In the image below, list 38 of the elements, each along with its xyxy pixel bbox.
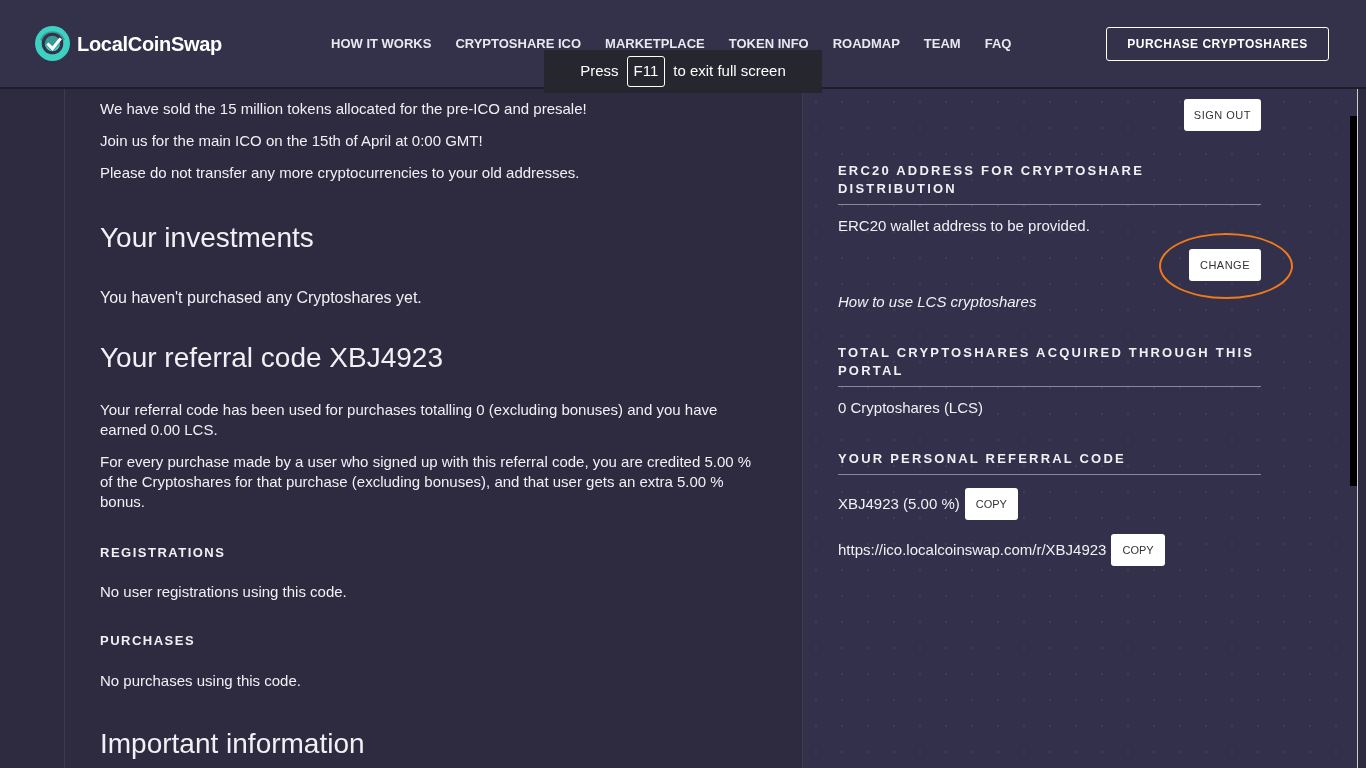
section-heading: Your investments <box>100 221 315 255</box>
logo-text[interactable]: LocalCoinSwap <box>77 28 222 59</box>
section-heading: Important information <box>100 727 366 761</box>
copy-button[interactable]: COPY <box>1111 534 1165 566</box>
sidebar-heading: YOUR PERSONAL REFERRAL CODE <box>838 450 1261 475</box>
body-text: No purchases using this code. <box>100 671 302 691</box>
referral-text: XBJ4923 (5.00 %) <box>838 494 960 514</box>
key-label: F11 <box>626 56 666 87</box>
body-text: 0 Cryptoshares (LCS) <box>838 398 985 418</box>
change-button[interactable]: CHANGE <box>1188 249 1261 281</box>
body-text: ERC20 wallet address to be provided. <box>838 216 1091 236</box>
notice-text: We have sold the 15 million tokens allocated for the pre-ICO and presale! <box>100 99 588 119</box>
toast-text: to exit full screen <box>673 61 786 82</box>
subheading: PURCHASES <box>100 632 197 650</box>
nav-link[interactable]: CRYPTOSHARE ICO <box>455 33 582 54</box>
referral-text: https://ico.localcoinswap.com/r/XBJ4923 <box>838 540 1107 560</box>
body-text: You haven't purchased any Cryptoshares yet. <box>100 288 423 308</box>
notice-text: Please do not transfer any more cryptocurrencies to your old addresses. <box>100 163 581 183</box>
toast-text: Press <box>580 61 619 82</box>
logo-icon[interactable] <box>34 25 71 62</box>
nav-link[interactable]: ROADMAP <box>832 33 900 54</box>
notice-text: Join us for the main ICO on the 15th of April at 0:00 GMT! <box>100 131 484 151</box>
body-text: Your referral code has been used for purchases totalling 0 (excluding bonuses) and you have earned 0.00 LCS. <box>100 400 719 440</box>
purchase-button[interactable]: PURCHASE CRYPTOSHARES <box>1106 26 1329 61</box>
section-heading: Your referral code XBJ4923 <box>100 341 444 375</box>
sidebar-heading: ERC20 ADDRESS FOR CRYPTOSHARE DISTRIBUTION <box>838 162 1261 205</box>
copy-button[interactable]: COPY <box>964 488 1018 520</box>
nav-link[interactable]: MARKETPLACE <box>605 33 705 54</box>
subheading: REGISTRATIONS <box>100 544 227 562</box>
body-text: For every purchase made by a user who signed up with this referral code, you are credited 5.00 % of the Cryptoshares for that purchase (excluding bonuses), and that user gets an extra 5.00 % bonus. <box>100 452 753 512</box>
nav-link[interactable]: FAQ <box>984 33 1012 54</box>
nav-link[interactable]: TOKEN INFO <box>728 33 809 54</box>
sign-out-button[interactable]: SIGN OUT <box>1183 99 1261 131</box>
nav-link[interactable]: HOW IT WORKS <box>331 33 432 54</box>
body-text: No user registrations using this code. <box>100 582 348 602</box>
help-link[interactable]: How to use LCS cryptoshares <box>838 292 1261 312</box>
nav-link[interactable]: TEAM <box>923 33 961 54</box>
sidebar-heading: TOTAL CRYPTOSHARES ACQUIRED THROUGH THIS PORTAL <box>838 344 1261 387</box>
